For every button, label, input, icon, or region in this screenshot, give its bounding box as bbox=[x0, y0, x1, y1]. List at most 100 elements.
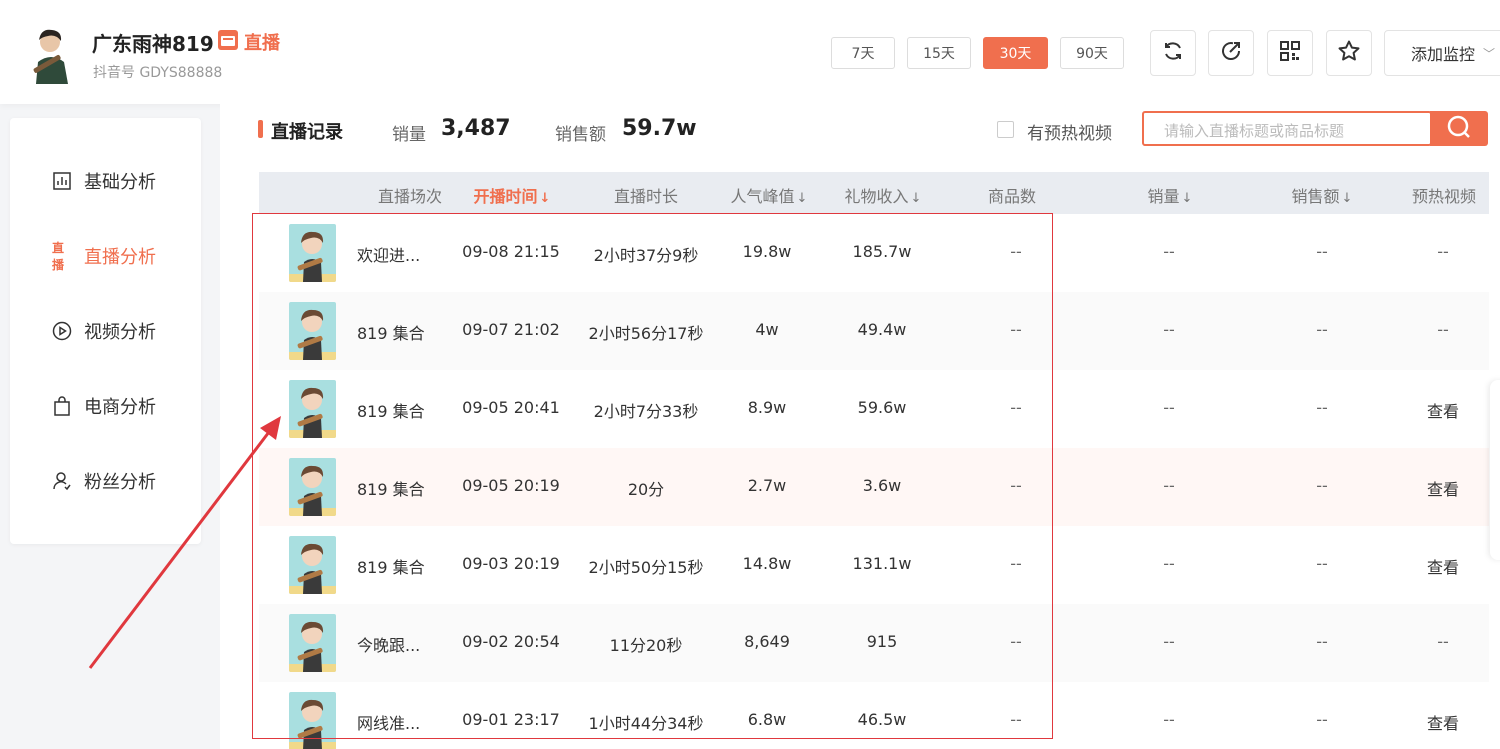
live-cover-thumbnail[interactable] bbox=[289, 692, 336, 749]
row-revenue: -- bbox=[1316, 320, 1328, 339]
live-cover-thumbnail[interactable] bbox=[289, 380, 336, 438]
live-cover-thumbnail[interactable] bbox=[289, 536, 336, 594]
row-peak: 2.7w bbox=[747, 476, 787, 495]
add-monitor-dropdown[interactable]: 添加监控 ﹀ bbox=[1384, 30, 1500, 76]
col-product-count: 商品数 bbox=[987, 187, 1037, 206]
share-button[interactable] bbox=[1208, 30, 1254, 76]
row-gift: 915 bbox=[866, 632, 898, 651]
qrcode-icon bbox=[1280, 41, 1300, 65]
sidebar: 基础分析 直播 直播分析 视频分析 电商分析 粉丝分析 bbox=[10, 118, 201, 544]
sidebar-item-label: 粉丝分析 bbox=[84, 472, 156, 493]
preheat-checkbox-label: 有预热视频 bbox=[1027, 124, 1112, 144]
sort-arrow-icon: ↓ bbox=[1181, 191, 1193, 206]
row-peak: 8.9w bbox=[747, 398, 787, 417]
row-title[interactable]: 网线准... bbox=[357, 710, 420, 734]
col-start-time[interactable]: 开播时间 ↓ bbox=[474, 183, 551, 207]
row-title[interactable]: 819 集合 bbox=[357, 476, 425, 500]
row-title[interactable]: 819 集合 bbox=[357, 398, 425, 422]
row-products: -- bbox=[1010, 554, 1022, 573]
sort-arrow-icon: ↓ bbox=[910, 191, 922, 206]
live-records-panel: 直播记录 销量 3,487 销售额 59.7w 有预热视频 请输入直播标题或商品… bbox=[220, 104, 1500, 749]
col-gift-income[interactable]: 礼物收入 ↓ bbox=[845, 183, 922, 207]
sidebar-item-fans-analysis[interactable]: 粉丝分析 bbox=[52, 466, 156, 496]
view-preheat-link[interactable]: 查看 bbox=[1427, 554, 1459, 578]
table-row[interactable]: 今晚跟... 09-02 20:54 11分20秒 8,649 915 -- -… bbox=[259, 604, 1489, 682]
shopping-bag-icon bbox=[52, 396, 72, 416]
bar-chart-icon bbox=[52, 171, 72, 191]
row-gift: 59.6w bbox=[857, 398, 907, 417]
row-start-time: 09-03 20:19 bbox=[462, 554, 560, 573]
row-gift: 185.7w bbox=[852, 242, 912, 261]
live-cover-thumbnail[interactable] bbox=[289, 302, 336, 360]
row-sales: -- bbox=[1163, 320, 1175, 339]
row-preheat: -- bbox=[1437, 242, 1449, 261]
row-products: -- bbox=[1010, 242, 1022, 261]
sidebar-item-label: 基础分析 bbox=[84, 172, 156, 193]
period-7d-button[interactable]: 7天 bbox=[831, 37, 895, 69]
row-start-time: 09-01 23:17 bbox=[462, 710, 560, 729]
row-title[interactable]: 欢迎进... bbox=[357, 242, 420, 266]
table-row[interactable]: 819 集合 09-05 20:19 20分 2.7w 3.6w -- -- -… bbox=[259, 448, 1489, 526]
sales-label: 销量 bbox=[392, 125, 426, 145]
profile-name: 广东雨神819 bbox=[92, 32, 214, 56]
share-icon bbox=[1219, 39, 1243, 67]
sidebar-item-video-analysis[interactable]: 视频分析 bbox=[52, 316, 156, 346]
live-cover-thumbnail[interactable] bbox=[289, 458, 336, 516]
sidebar-item-label: 直播分析 bbox=[84, 247, 156, 268]
table-row[interactable]: 网线准... 09-01 23:17 1小时44分34秒 6.8w 46.5w … bbox=[259, 682, 1489, 749]
view-preheat-link[interactable]: 查看 bbox=[1427, 398, 1459, 422]
col-preheat-video: 预热视频 bbox=[1411, 187, 1477, 206]
row-sales: -- bbox=[1163, 476, 1175, 495]
row-start-time: 09-07 21:02 bbox=[462, 320, 560, 339]
row-sales: -- bbox=[1163, 554, 1175, 573]
sidebar-item-ecommerce-analysis[interactable]: 电商分析 bbox=[52, 391, 156, 421]
sidebar-item-basic-analysis[interactable]: 基础分析 bbox=[52, 166, 156, 196]
favorite-button[interactable] bbox=[1326, 30, 1372, 76]
view-preheat-link[interactable]: 查看 bbox=[1427, 710, 1459, 734]
row-title[interactable]: 819 集合 bbox=[357, 320, 425, 344]
profile-header: 广东雨神819 直播 抖音号 GDYS88888 7天 15天 30天 90天 bbox=[0, 0, 1500, 104]
col-peak-viewers[interactable]: 人气峰值 ↓ bbox=[731, 183, 808, 207]
search-button[interactable] bbox=[1430, 111, 1488, 146]
row-gift: 131.1w bbox=[852, 554, 912, 573]
period-15d-button[interactable]: 15天 bbox=[907, 37, 971, 69]
table-row[interactable]: 819 集合 09-07 21:02 2小时56分17秒 4w 49.4w --… bbox=[259, 292, 1489, 370]
period-30d-button[interactable]: 30天 bbox=[983, 37, 1048, 69]
row-revenue: -- bbox=[1316, 554, 1328, 573]
row-peak: 6.8w bbox=[747, 710, 787, 729]
qrcode-button[interactable] bbox=[1267, 30, 1313, 76]
sort-arrow-icon: ↓ bbox=[539, 191, 551, 206]
play-circle-icon bbox=[52, 321, 72, 341]
col-revenue[interactable]: 销售额 ↓ bbox=[1292, 183, 1353, 207]
view-preheat-link[interactable]: 查看 bbox=[1427, 476, 1459, 500]
row-peak: 19.8w bbox=[742, 242, 792, 261]
avatar bbox=[26, 22, 76, 84]
live-cover-thumbnail[interactable] bbox=[289, 614, 336, 672]
table-row[interactable]: 欢迎进... 09-08 21:15 2小时37分9秒 19.8w 185.7w… bbox=[259, 214, 1489, 292]
period-90d-button[interactable]: 90天 bbox=[1060, 37, 1124, 69]
live-icon: 直播 bbox=[52, 241, 65, 272]
row-revenue: -- bbox=[1316, 710, 1328, 729]
refresh-icon bbox=[1162, 40, 1184, 66]
table-row[interactable]: 819 集合 09-05 20:41 2小时7分33秒 8.9w 59.6w -… bbox=[259, 370, 1489, 448]
row-products: -- bbox=[1010, 320, 1022, 339]
floating-side-panel[interactable] bbox=[1490, 380, 1500, 560]
revenue-value: 59.7w bbox=[622, 116, 697, 141]
col-sales[interactable]: 销量 ↓ bbox=[1148, 183, 1193, 207]
row-title[interactable]: 819 集合 bbox=[357, 554, 425, 578]
row-sales: -- bbox=[1163, 632, 1175, 651]
live-cover-thumbnail[interactable] bbox=[289, 224, 336, 282]
row-title[interactable]: 今晚跟... bbox=[357, 632, 420, 656]
star-icon bbox=[1337, 39, 1361, 67]
row-start-time: 09-08 21:15 bbox=[462, 242, 560, 261]
refresh-button[interactable] bbox=[1150, 30, 1196, 76]
search-input[interactable]: 请输入直播标题或商品标题 bbox=[1142, 111, 1432, 146]
chevron-down-icon: ﹀ bbox=[1483, 46, 1496, 61]
col-live-session: 直播场次 bbox=[377, 187, 443, 206]
row-duration: 11分20秒 bbox=[609, 636, 683, 655]
sidebar-item-live-analysis[interactable]: 直播 直播分析 bbox=[52, 241, 156, 272]
table-row[interactable]: 819 集合 09-03 20:19 2小时50分15秒 14.8w 131.1… bbox=[259, 526, 1489, 604]
row-peak: 4w bbox=[755, 320, 779, 339]
preheat-checkbox[interactable] bbox=[997, 121, 1014, 138]
sidebar-item-label: 电商分析 bbox=[84, 397, 156, 418]
